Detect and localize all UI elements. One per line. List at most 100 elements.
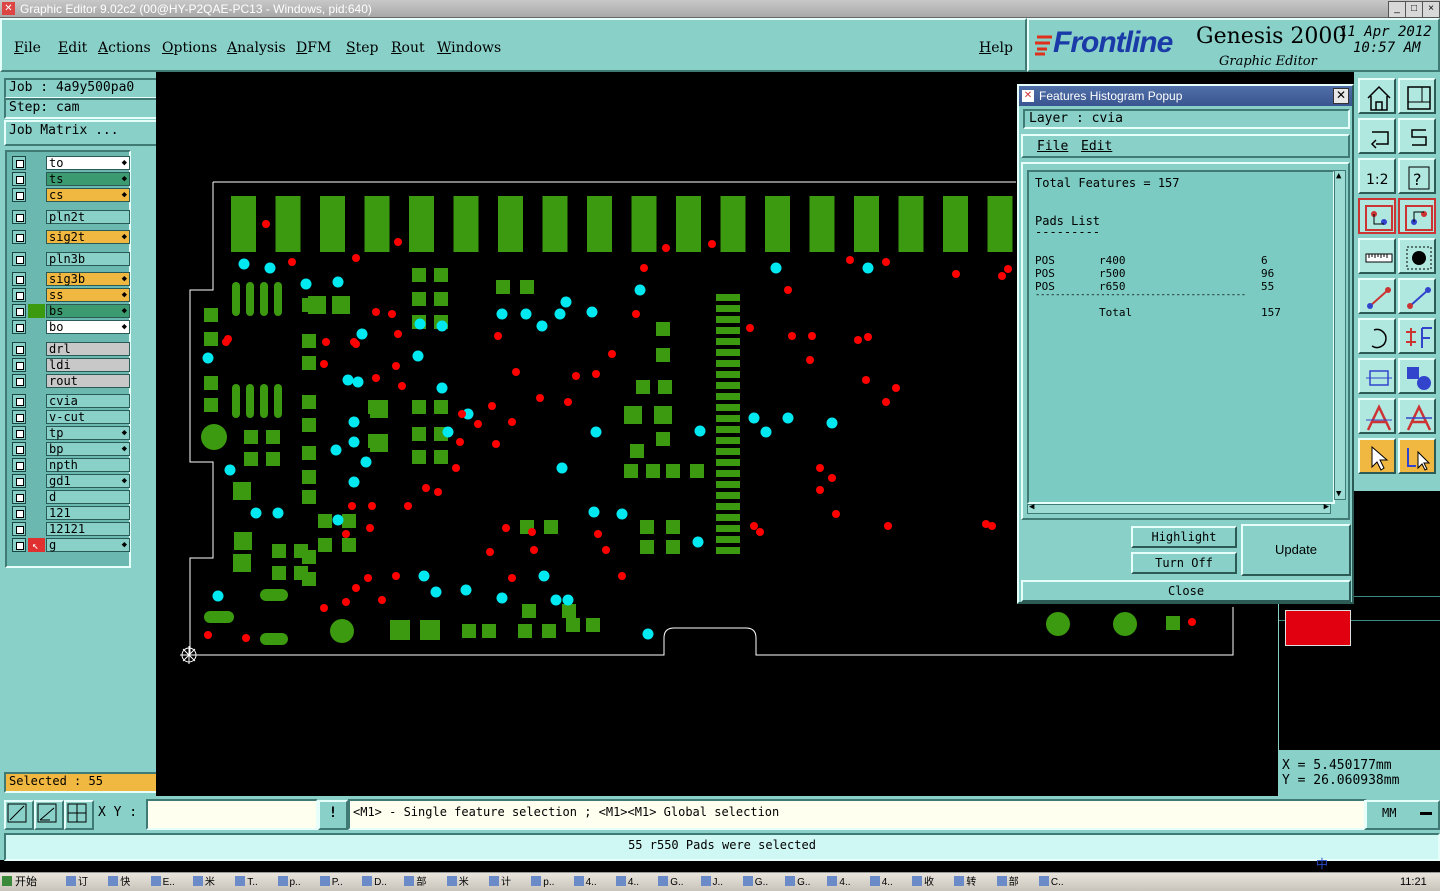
layer-affected-marker[interactable] [28,320,45,334]
layer-name[interactable]: 12121 [46,522,130,536]
shapes-button[interactable] [1398,358,1436,394]
help-query-button[interactable]: ? [1398,158,1436,194]
layer-name[interactable]: ldi [46,358,130,372]
layer-checkbox[interactable] [12,394,26,408]
layer-select-all-button[interactable] [1398,198,1436,234]
layer-name[interactable]: npth [46,458,130,472]
layer-name[interactable]: bp ◆ [46,442,130,456]
layer-checkbox[interactable] [12,342,26,356]
layer-affected-marker[interactable] [28,490,45,504]
pad-button[interactable] [1398,238,1436,274]
ime-indicator[interactable]: 中 [1316,855,1328,872]
layer-checkbox[interactable] [12,156,26,170]
layer-affected-marker[interactable]: ↖ [28,538,45,552]
taskbar-item[interactable]: G.. [785,876,825,890]
layer-name[interactable]: 121 [46,506,130,520]
menu-edit[interactable]: Edit [58,40,87,56]
taskbar-item[interactable]: 订 [66,876,106,890]
layer-select-button[interactable] [1358,198,1396,234]
zoom-box-button[interactable] [1358,358,1396,394]
undo-view-button[interactable] [1358,118,1396,154]
taskbar-item[interactable]: 计 [489,876,529,890]
taskbar-item[interactable]: J.. [700,876,741,890]
layer-affected-marker[interactable] [28,230,45,244]
layer-affected-marker[interactable] [28,458,45,472]
layer-affected-marker[interactable] [28,374,45,388]
layer-checkbox[interactable] [12,188,26,202]
menu-step[interactable]: Step [346,40,378,56]
layer-checkbox[interactable] [12,442,26,456]
text-button[interactable] [1358,398,1396,434]
taskbar-item[interactable]: 米 [446,876,487,890]
taskbar-item[interactable]: 4.. [869,876,910,890]
menu-file[interactable]: File [14,40,41,56]
maximize-button[interactable]: □ [1405,1,1423,18]
layer-checkbox[interactable] [12,210,26,224]
taskbar-item[interactable]: 部 [404,876,444,890]
menu-dfm[interactable]: DFM [296,40,331,56]
layer-affected-marker[interactable] [28,288,45,302]
measure-button[interactable] [1358,238,1396,274]
taskbar-item[interactable]: P.. [319,876,360,890]
layer-affected-marker[interactable] [28,172,45,186]
snap-angle-button[interactable] [34,800,64,830]
layer-checkbox[interactable] [12,426,26,440]
menu-analysis[interactable]: Analysis [227,40,286,56]
layer-name[interactable]: gd1 ◆ [46,474,130,488]
layer-affected-marker[interactable] [28,474,45,488]
layer-affected-marker[interactable] [28,304,45,318]
close-popup-button[interactable]: Close [1021,580,1351,602]
menu-rout[interactable]: Rout [391,40,425,56]
layer-name[interactable]: bo ◆ [46,320,130,334]
taskbar-item[interactable]: p.. [277,876,318,890]
layer-name[interactable]: v-cut [46,410,130,424]
xy-input[interactable] [146,799,318,830]
layer-name[interactable]: pln2t [46,210,130,224]
taskbar-item[interactable]: 4.. [615,876,656,890]
select-pointer-button[interactable] [1358,438,1396,474]
snap-button[interactable] [1398,318,1436,354]
layer-checkbox[interactable] [12,410,26,424]
layer-affected-marker[interactable] [28,210,45,224]
taskbar-item[interactable]: C.. [1038,876,1079,890]
taskbar-item[interactable]: 收 [912,876,952,890]
redraw-button[interactable] [1398,118,1436,154]
layer-name[interactable]: ss ◆ [46,288,130,302]
overview-thumbnail[interactable] [1285,610,1351,646]
layer-checkbox[interactable] [12,490,26,504]
vertical-scrollbar[interactable]: ▲ ▼ [1334,170,1346,500]
layer-checkbox[interactable] [12,522,26,536]
layer-affected-marker[interactable] [28,342,45,356]
scroll-down-icon[interactable]: ▼ [1336,489,1341,499]
layer-checkbox[interactable] [12,474,26,488]
layer-name[interactable]: d [46,490,130,504]
layer-checkbox[interactable] [12,172,26,186]
close-window-button[interactable]: × [1422,1,1440,18]
layer-name[interactable]: cs ◆ [46,188,130,202]
taskbar-item[interactable]: 部 [996,876,1037,890]
taskbar-item[interactable]: 转 [954,876,994,890]
job-matrix-button[interactable]: Job Matrix ... [4,120,159,146]
layer-affected-marker[interactable] [28,188,45,202]
layer-checkbox[interactable] [12,304,26,318]
layer-name[interactable]: pln3b [46,252,130,266]
layer-name[interactable]: bs ◆ [46,304,130,318]
taskbar-item[interactable]: T.. [235,876,275,890]
units-select[interactable]: MM [1364,800,1440,830]
scroll-up-icon[interactable]: ▲ [1336,171,1341,181]
layer-checkbox[interactable] [12,272,26,286]
menu-options[interactable]: Options [162,40,217,56]
scale-1to2-button[interactable]: 1:2 [1358,158,1396,194]
menu-help[interactable]: Help [979,40,1013,56]
taskbar-item[interactable]: p.. [531,876,571,890]
histogram-text-area[interactable]: Total Features = 157 Pads List ---------… [1027,170,1335,504]
layer-affected-marker[interactable] [28,410,45,424]
layer-checkbox[interactable] [12,230,26,244]
add-line-button[interactable] [1358,278,1396,314]
popup-menu-edit[interactable]: Edit [1081,139,1112,154]
layer-affected-marker[interactable] [28,394,45,408]
layer-name[interactable]: sig2t ◆ [46,230,130,244]
layer-name[interactable]: to ◆ [46,156,130,170]
taskbar-item[interactable]: 米 [192,876,233,890]
layer-checkbox[interactable] [12,288,26,302]
